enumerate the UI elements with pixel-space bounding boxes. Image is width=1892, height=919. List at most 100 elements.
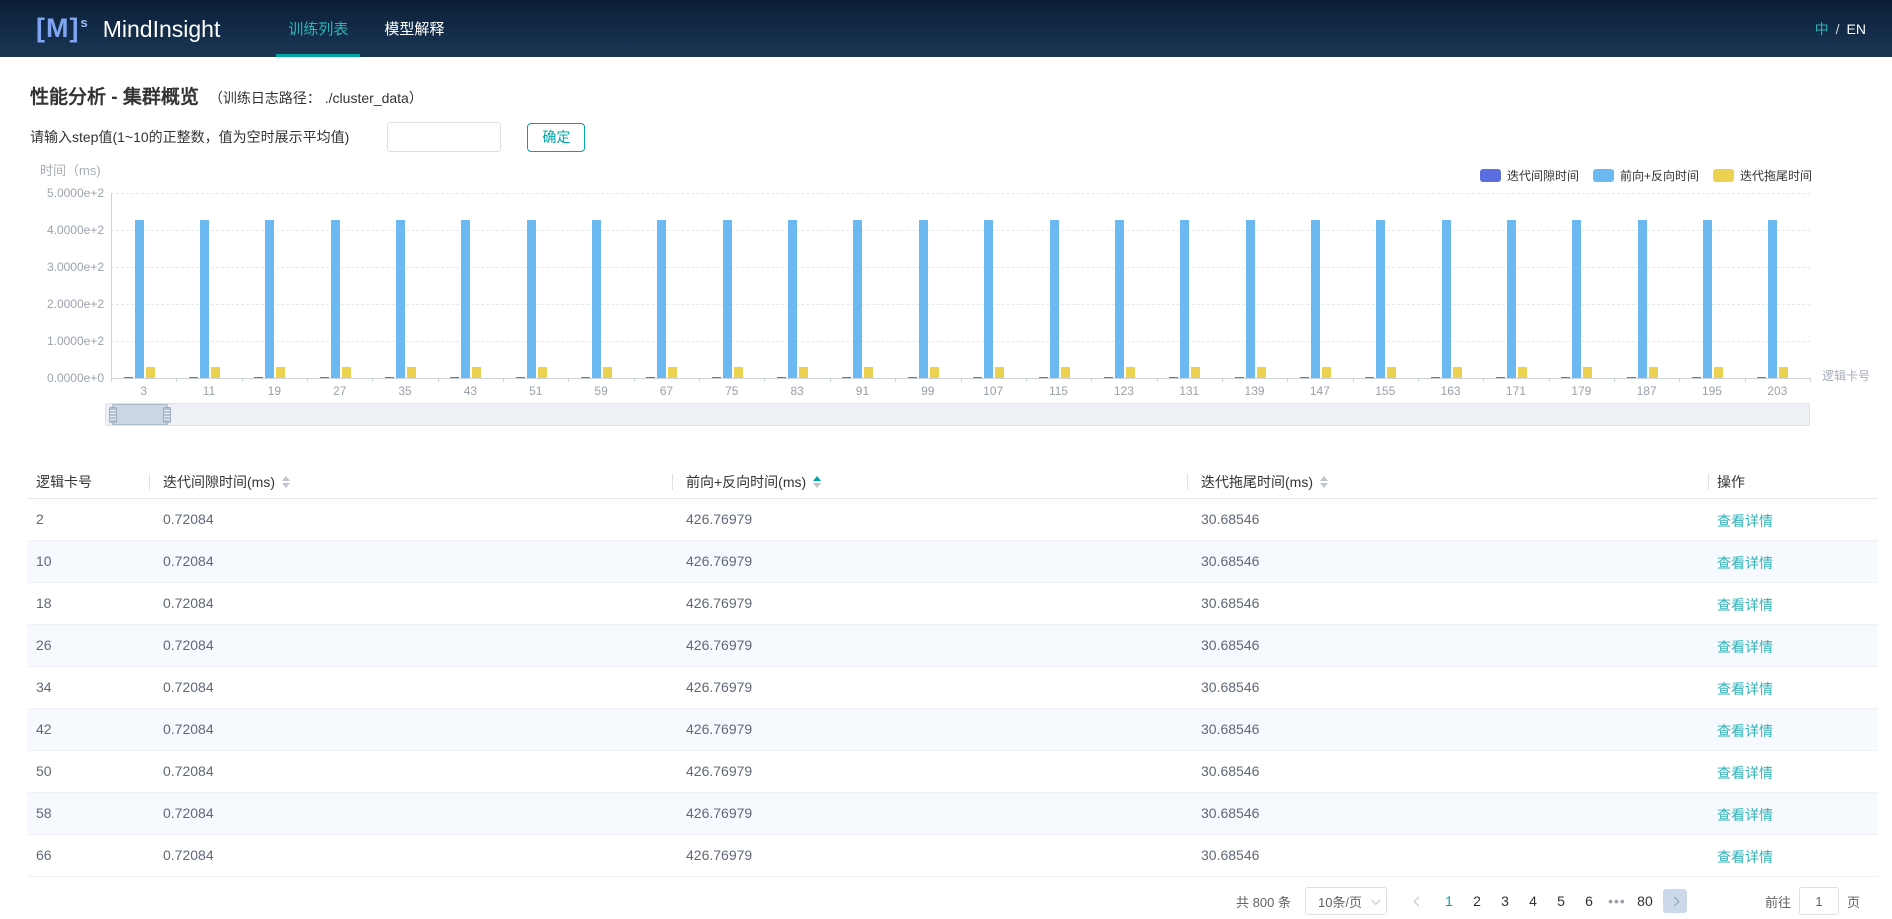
chart-bar-tail: [146, 367, 155, 378]
view-details-link[interactable]: 查看详情: [1717, 511, 1773, 531]
legend-item-0[interactable]: 迭代间隙时间: [1480, 167, 1579, 184]
view-details-link[interactable]: 查看详情: [1717, 637, 1773, 657]
cell-fwd-bwd: 426.76979: [686, 511, 752, 527]
tab-training-list[interactable]: 训练列表: [270, 0, 366, 57]
sort-desc-icon: [282, 483, 290, 492]
y-tick-label: 0.0000e+0: [0, 371, 104, 385]
legend-item-1[interactable]: 前向+反向时间: [1593, 167, 1699, 184]
chart-bar-tail: [407, 367, 416, 378]
view-details-link[interactable]: 查看详情: [1717, 553, 1773, 573]
chart-bar-fwd-bwd: [1703, 220, 1712, 378]
chart-bar-gap: [973, 377, 982, 378]
step-input[interactable]: [387, 122, 501, 152]
chart-bar-tail: [930, 367, 939, 378]
chart-bar-fwd-bwd: [723, 220, 732, 378]
sort-asc-icon: [282, 472, 290, 481]
sort-toggle-fwd-bwd[interactable]: [813, 472, 821, 492]
chart-bar-gap: [254, 377, 263, 378]
view-details-link[interactable]: 查看详情: [1717, 595, 1773, 615]
y-tick-label: 1.0000e+2: [0, 334, 104, 348]
chart-bar-gap: [1365, 377, 1374, 378]
lang-en-button[interactable]: EN: [1847, 21, 1866, 37]
cell-fwd-bwd: 426.76979: [686, 847, 752, 863]
chart-bar-fwd-bwd: [461, 220, 470, 378]
chart-bar-fwd-bwd: [1507, 220, 1516, 378]
cell-card-id: 2: [36, 511, 44, 527]
chart-bar-fwd-bwd: [984, 220, 993, 378]
x-tick-mark: [830, 378, 831, 382]
col-header-fwd-bwd: 前向+反向时间(ms): [686, 472, 821, 492]
data-zoom-window[interactable]: [112, 404, 168, 425]
legend-label: 前向+反向时间: [1620, 167, 1699, 184]
column-separator: [1187, 474, 1188, 490]
cell-iteration-gap: 0.72084: [163, 511, 214, 527]
x-tick-mark: [1483, 378, 1484, 382]
x-tick-mark: [1222, 378, 1223, 382]
x-tick-label: 51: [514, 384, 558, 398]
cell-tail: 30.68546: [1201, 847, 1259, 863]
chart-bar-gap: [124, 377, 133, 378]
x-tick-label: 43: [448, 384, 492, 398]
cell-card-id: 42: [36, 721, 52, 737]
page-number-6[interactable]: 6: [1575, 893, 1603, 909]
view-details-link[interactable]: 查看详情: [1717, 805, 1773, 825]
view-details-link[interactable]: 查看详情: [1717, 679, 1773, 699]
data-zoom-slider[interactable]: [105, 403, 1810, 426]
chart-bar-gap: [320, 377, 329, 378]
tab-model-explanation[interactable]: 模型解释: [366, 0, 462, 57]
goto-page-input[interactable]: [1799, 887, 1839, 915]
sort-toggle-iteration-gap[interactable]: [282, 472, 290, 492]
next-page-button[interactable]: [1663, 889, 1687, 913]
x-axis-title: 逻辑卡号: [1822, 367, 1870, 384]
chart-bar-tail: [1779, 367, 1788, 378]
grid-line: [111, 304, 1810, 305]
page-number-2[interactable]: 2: [1463, 893, 1491, 909]
chart-bar-tail: [472, 367, 481, 378]
x-tick-mark: [1745, 378, 1746, 382]
x-tick-mark: [764, 378, 765, 382]
x-tick-mark: [1810, 378, 1811, 382]
table-row: 180.72084426.7697930.68546查看详情: [27, 583, 1878, 625]
app-header: [M]s MindInsight 训练列表 模型解释 中 / EN: [0, 0, 1892, 57]
x-tick-label: 139: [1233, 384, 1277, 398]
page-number-4[interactable]: 4: [1519, 893, 1547, 909]
lang-zh-button[interactable]: 中: [1815, 19, 1829, 39]
legend-swatch-icon: [1713, 169, 1734, 182]
view-details-link[interactable]: 查看详情: [1717, 763, 1773, 783]
data-zoom-right-handle-icon[interactable]: [163, 407, 171, 423]
cell-fwd-bwd: 426.76979: [686, 679, 752, 695]
x-tick-label: 99: [906, 384, 950, 398]
chart-bar-tail: [603, 367, 612, 378]
page-number-3[interactable]: 3: [1491, 893, 1519, 909]
y-tick-label: 4.0000e+2: [0, 223, 104, 237]
legend-item-2[interactable]: 迭代拖尾时间: [1713, 167, 1812, 184]
y-tick-label: 5.0000e+2: [0, 186, 104, 200]
page-size-select[interactable]: 10条/页: [1305, 887, 1387, 915]
chart-bar-tail: [538, 367, 547, 378]
confirm-button[interactable]: 确定: [527, 123, 585, 152]
data-zoom-left-handle-icon[interactable]: [109, 407, 117, 423]
x-tick-mark: [895, 378, 896, 382]
view-details-link[interactable]: 查看详情: [1717, 721, 1773, 741]
chart-bar-gap: [1235, 377, 1244, 378]
x-tick-mark: [961, 378, 962, 382]
chart-bar-gap: [1169, 377, 1178, 378]
x-tick-label: 11: [187, 384, 231, 398]
prev-page-button[interactable]: [1407, 889, 1431, 913]
page-number-1[interactable]: 1: [1435, 893, 1463, 909]
page-number-80[interactable]: 80: [1631, 893, 1659, 909]
cell-tail: 30.68546: [1201, 763, 1259, 779]
page-number-5[interactable]: 5: [1547, 893, 1575, 909]
sort-toggle-tail[interactable]: [1320, 472, 1328, 492]
column-separator: [672, 474, 673, 490]
table-header: 逻辑卡号 迭代间隙时间(ms) 前向+反向时间(ms) 迭代拖尾时: [27, 465, 1878, 499]
chart-bar-fwd-bwd: [788, 220, 797, 378]
chart-bar-fwd-bwd: [331, 220, 340, 378]
chart-bar-gap: [1627, 377, 1636, 378]
x-tick-mark: [111, 378, 112, 382]
cell-iteration-gap: 0.72084: [163, 553, 214, 569]
page-more-button[interactable]: •••: [1603, 893, 1631, 909]
view-details-link[interactable]: 查看详情: [1717, 847, 1773, 867]
cell-card-id: 18: [36, 595, 52, 611]
col-header-iteration-gap: 迭代间隙时间(ms): [163, 472, 290, 492]
